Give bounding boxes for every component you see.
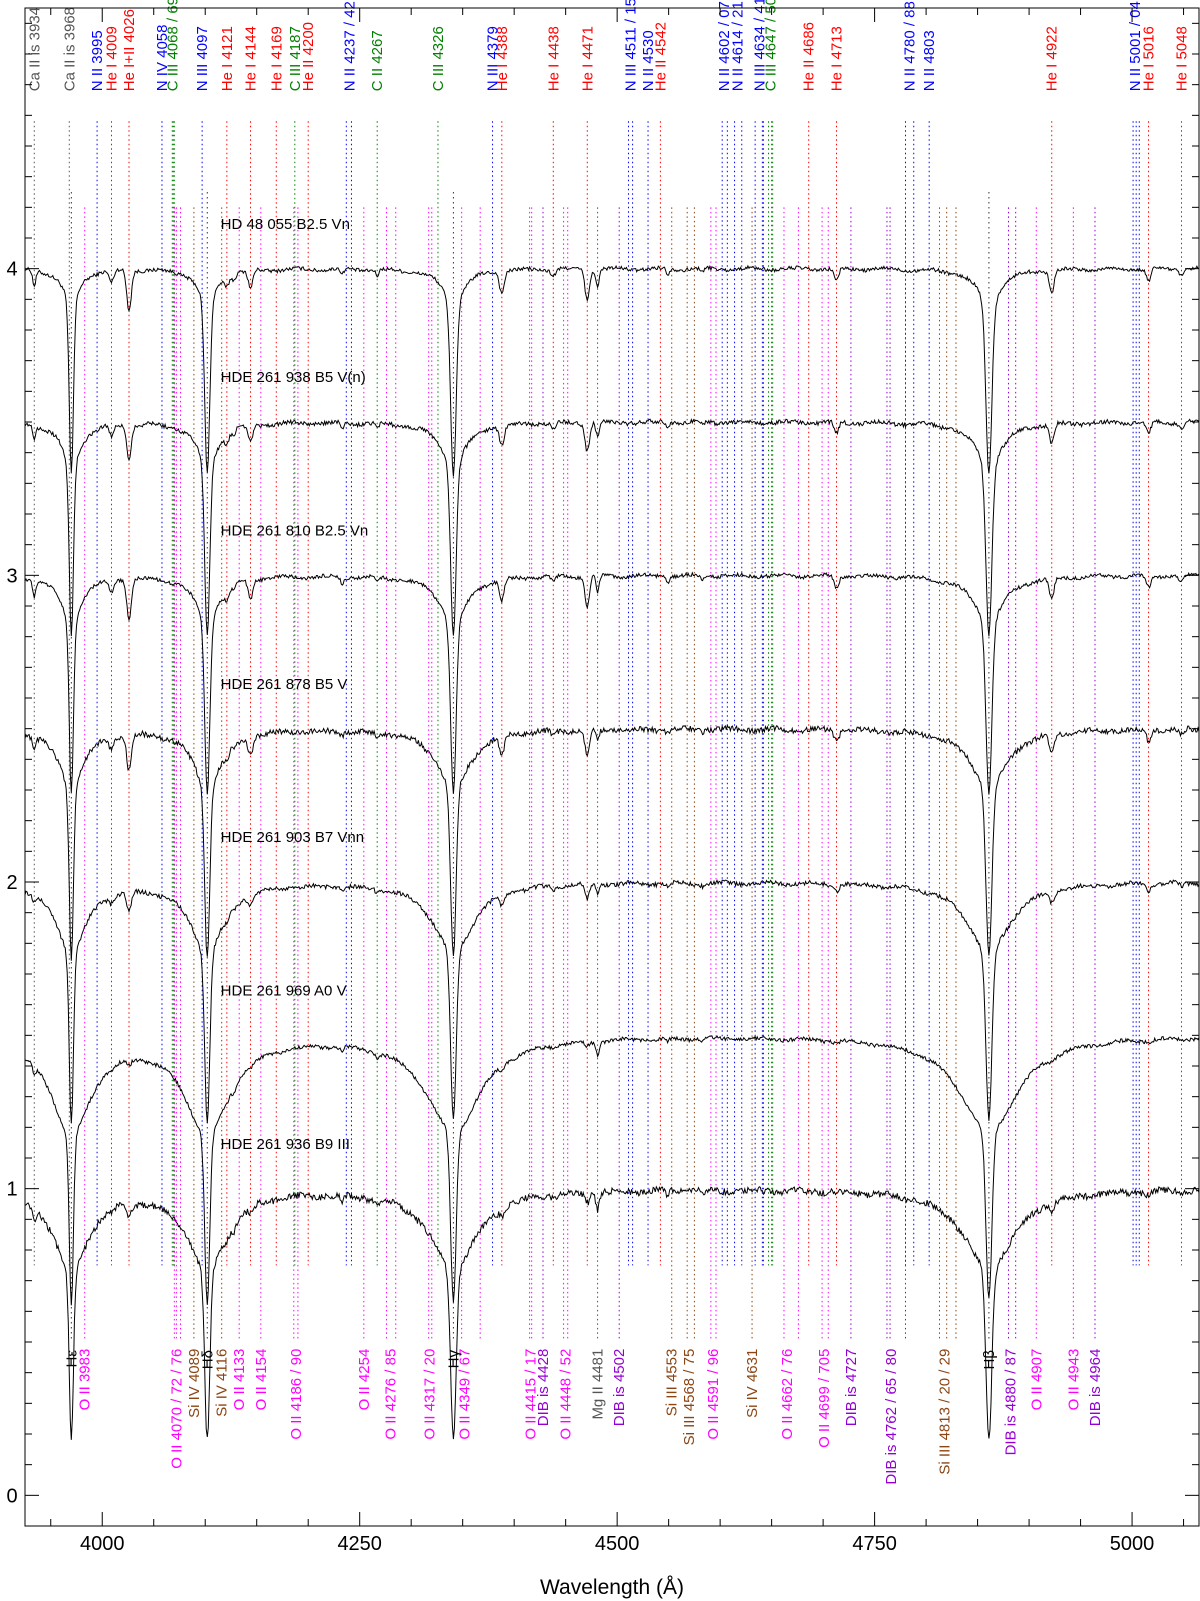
line-id-label: He I 4438 [545,26,562,91]
line-id-label: C III 4326 [430,26,447,91]
line-id-label: DIB is 4428 [535,1349,552,1427]
series-label: HDE 261 938 B5 V(n) [221,369,366,386]
line-id-label: O II 4699 / 705 [816,1349,833,1448]
line-id-label: C III 4068 / 69 / 70 [164,0,181,91]
plot-frame [24,7,1200,1527]
line-id-label: He I 4144 [243,26,260,91]
line-id-label: O II 4317 / 20 [422,1349,439,1440]
line-id-label: Mg II 4481 [590,1349,607,1420]
balmer-label: Hβ [981,1350,998,1370]
line-id-label: Si III 4568 / 75 [681,1349,698,1446]
line-id-label: DIB is 4727 [843,1349,860,1427]
line-id-label: DIB is 4964 [1087,1349,1104,1427]
line-id-label: O II 4186 / 90 [288,1349,305,1440]
line-id-label: Ca II is 3968 [61,7,78,91]
series-label: HDE 261 878 B5 V [221,676,348,693]
line-id-label: N II 4803 [921,30,938,91]
line-id-label: He I 4121 [219,26,236,91]
line-id-label: C III 4647 / 50 / 51 [763,0,780,91]
line-id-label: O II 4070 / 72 / 76 [168,1349,185,1469]
line-id-label: He II 4542 [652,22,669,91]
line-id-label: O II 4662 / 76 [779,1349,796,1440]
line-id-label: O II 4133 [231,1349,248,1411]
line-id-label: Si III 4813 / 20 / 29 [937,1349,954,1475]
spectrum-trace [24,878,1200,1124]
line-id-label: He I 4009 [104,26,121,91]
bottom-line-labels: O II 3983 O II 4070 / 72 / 76 Si IV 4089 Si… [77,1349,1104,1485]
x-tick-label: 4500 [595,1533,640,1555]
y-tick-label: 2 [6,872,17,894]
line-id-label: DIB is 4502 [611,1349,628,1427]
y-tick-label: 4 [6,259,17,281]
line-id-label: He I 4922 [1044,26,1061,91]
line-id-label: O II 4907 [1028,1349,1045,1411]
line-id-label: Si IV 4631 [744,1349,761,1418]
line-id-label: O II 4154 [253,1349,270,1411]
top-line-labels: Ca II is 3934 Ca II is 3968 N II 3995He I … [26,0,1190,91]
spectrum-trace [24,724,1200,961]
line-id-label: O II 4254 [356,1349,373,1411]
series-label: HDE 261 969 A0 V [221,982,347,999]
line-id-label: O II 4448 / 52 [558,1349,575,1440]
x-tick-label: 4750 [852,1533,897,1555]
line-id-label: N II 4237 / 42 [341,1,358,91]
line-id-label: O II 4591 / 96 [705,1349,722,1440]
axis-ticks: 4000 4250 4500 4750 5000 0 1 2 3 4 [6,8,1199,1555]
series-label: HDE 261 903 B7 Vnn [221,829,364,846]
y-tick-label: 1 [6,1179,17,1201]
x-tick-label: 4000 [80,1533,125,1555]
balmer-label: Hε [63,1350,80,1368]
line-id-label: DIB is 4880 / 87 [1003,1349,1020,1456]
spectrum-trace [24,264,1200,477]
line-id-label: N II 4780 / 88 [902,1,919,91]
line-id-label: He I 5016 [1141,26,1158,91]
series-label: HDE 261 936 B9 III [221,1136,350,1153]
x-axis-label: Wavelength (Å) [540,1576,684,1599]
line-id-label: C II 4267 [369,30,386,91]
series-label: HD 48 055 B2.5 Vn [221,216,350,233]
line-id-label: He II 4200 [300,22,317,91]
line-id-label: He I+II 4026 [121,9,138,91]
series-label: HDE 261 810 B2.5 Vn [221,522,369,539]
line-id-label: O II 4943 [1065,1349,1082,1411]
balmer-label: Hγ [445,1350,462,1369]
spectra-chart: HD 48 055 B2.5 Vn HDE 261 938 B5 V(n) HDE … [6,0,1200,1599]
line-id-label: He I 4471 [579,26,596,91]
line-id-label: O II 4276 / 85 [383,1349,400,1440]
line-id-label: He I 5048 [1173,26,1190,91]
x-tick-label: 5000 [1110,1533,1155,1555]
line-id-label: Si III 4553 [664,1349,681,1417]
y-tick-label: 0 [6,1485,17,1507]
spectra [24,264,1200,1440]
line-id-label: DIB is 4762 / 65 / 80 [883,1349,900,1485]
spectrum-trace [24,1035,1200,1306]
line-id-label: He II 4686 [801,22,818,91]
line-id-label: Ca II is 3934 [26,7,43,91]
line-id-label: N III 4511 / 15 [623,0,640,91]
y-tick-label: 3 [6,565,17,587]
line-id-label: He I 4388 [494,26,511,91]
spectrum-trace [24,418,1200,637]
line-id-label: N II 4614 / 21 [730,1,747,91]
line-id-label: He I 4713 [829,26,846,91]
x-tick-label: 4250 [337,1533,382,1555]
balmer-label: Hδ [199,1350,216,1369]
line-id-label: He I 4169 [268,26,285,91]
spectrum-trace [24,571,1200,795]
line-id-label: N III 4097 [194,26,211,91]
